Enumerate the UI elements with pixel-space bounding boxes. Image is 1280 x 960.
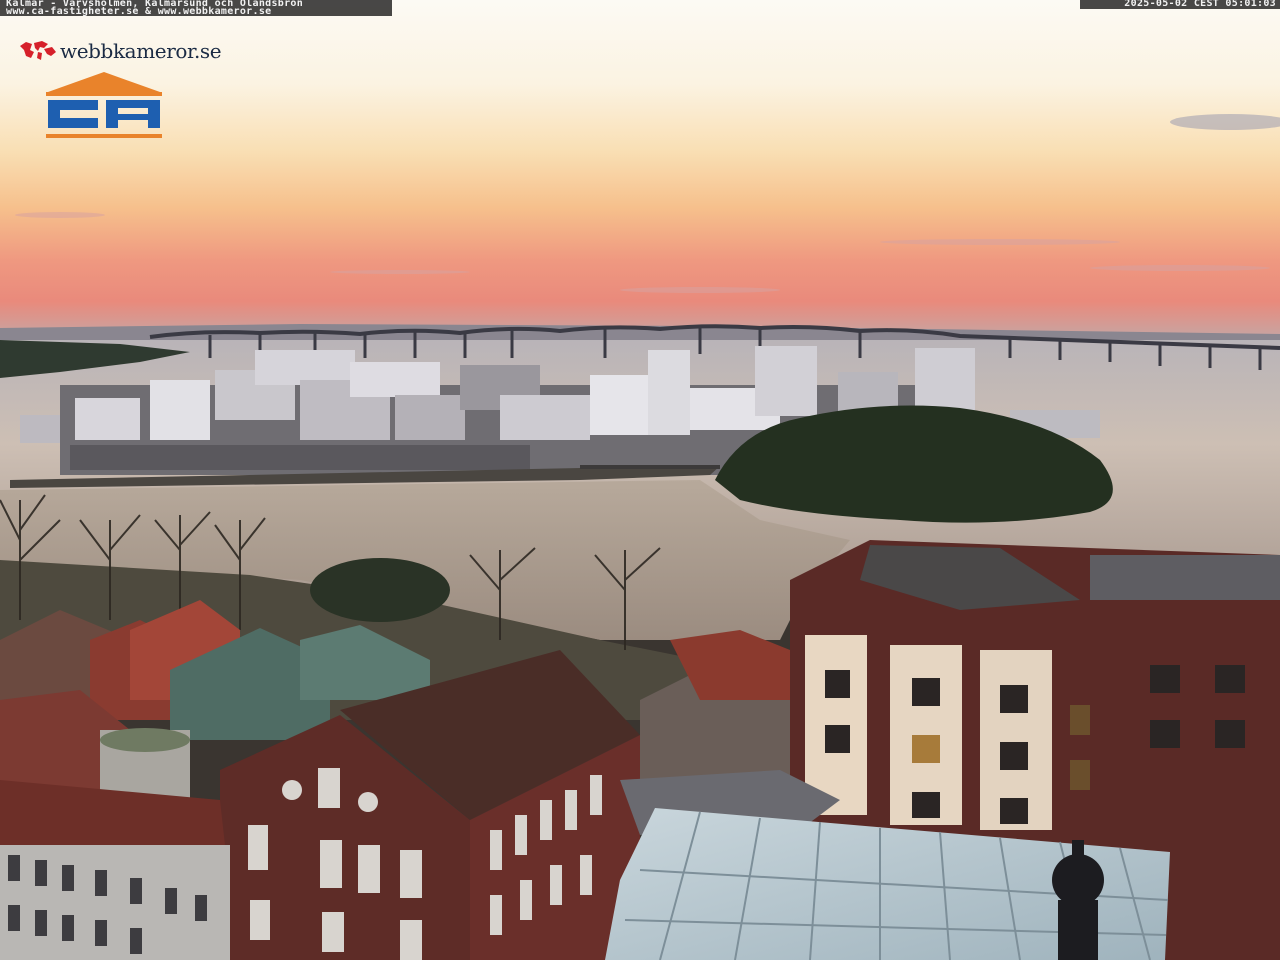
webcam-scene bbox=[0, 0, 1280, 960]
timestamp-bar: 2025-05-02 CEST 05:01:03 bbox=[1080, 0, 1280, 9]
webbkameror-watermark: webbkameror.se bbox=[18, 36, 222, 66]
bottom-left-building bbox=[0, 780, 230, 960]
website-caption: www.ca-fastigheter.se & www.webbkameror.… bbox=[6, 6, 272, 17]
caption-bar: Kalmar - Varvsholmen, Kalmarsund och Öla… bbox=[0, 0, 392, 17]
brand-name: webbkameror.se bbox=[60, 39, 222, 63]
tree-canopy bbox=[310, 558, 450, 622]
timestamp: 2025-05-02 CEST 05:01:03 bbox=[1124, 0, 1276, 9]
world-map-icon bbox=[20, 41, 56, 60]
ca-logo bbox=[46, 72, 162, 138]
